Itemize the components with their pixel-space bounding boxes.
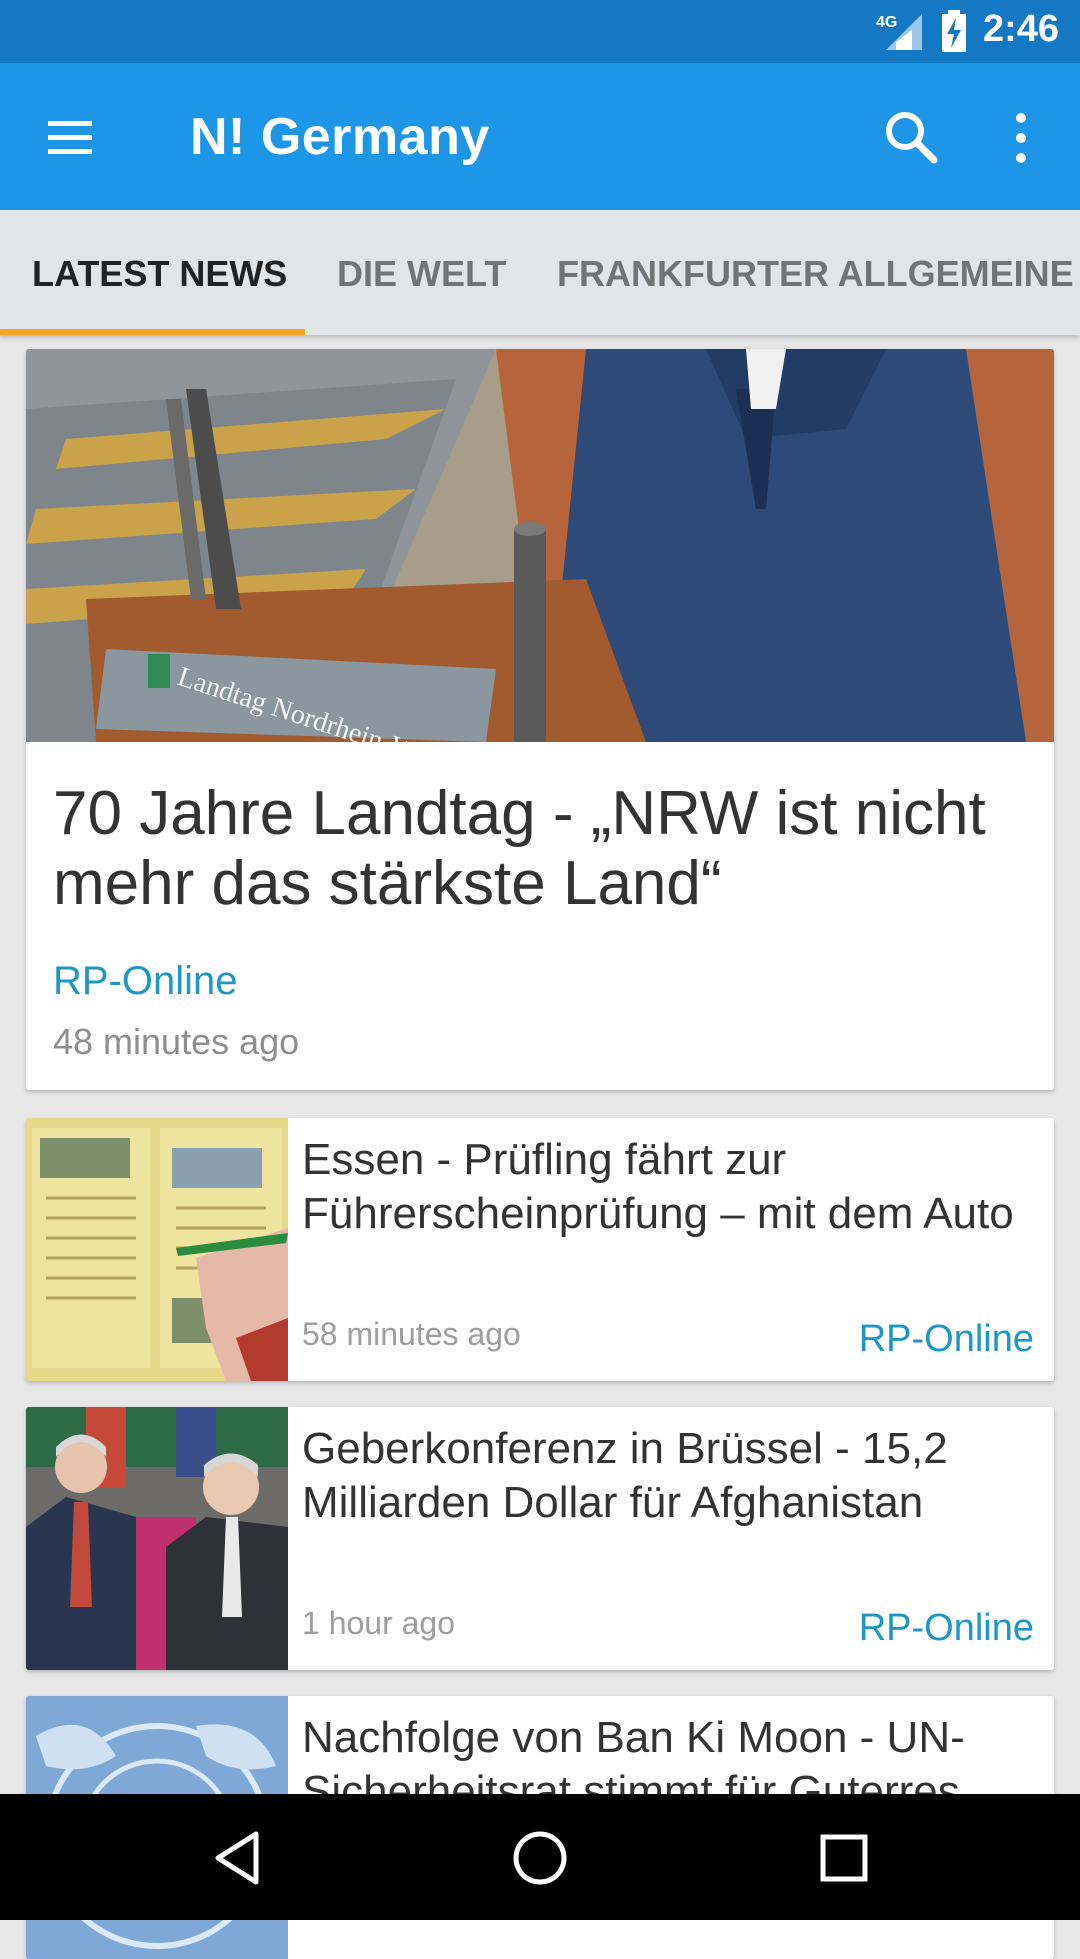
tab-latest-news[interactable]: LATEST NEWS: [32, 210, 287, 335]
article-card[interactable]: Geberkonferenz in Brüssel - 15,2 Milliar…: [26, 1407, 1054, 1670]
search-icon[interactable]: [882, 108, 940, 166]
hero-article-image: Landtag Nordrhein-Westf: [26, 349, 1054, 742]
more-vert-icon[interactable]: [1006, 110, 1036, 166]
tab-frankfurter-allgemeine[interactable]: FRANKFURTER ALLGEMEINE: [557, 210, 1074, 335]
home-icon[interactable]: [510, 1828, 570, 1888]
recents-icon[interactable]: [814, 1828, 874, 1888]
menu-icon[interactable]: [44, 111, 96, 163]
status-time: 2:46: [982, 8, 1059, 50]
article-thumbnail: [26, 1407, 288, 1670]
system-navigation-bar: [0, 1794, 1080, 1920]
hero-article-card[interactable]: Landtag Nordrhein-Westf 70 Jahre Landtag…: [26, 349, 1054, 1090]
article-thumbnail: [26, 1118, 288, 1381]
article-title[interactable]: Essen - Prüfling fährt zur Führerscheinp…: [302, 1133, 1042, 1241]
article-time: 1 hour ago: [302, 1605, 456, 1641]
hero-article-time: 48 minutes ago: [53, 1021, 300, 1062]
battery-charging-icon: [942, 10, 966, 52]
hero-article-title[interactable]: 70 Jahre Landtag - „NRW ist nicht mehr d…: [53, 779, 1033, 919]
back-icon[interactable]: [208, 1828, 268, 1888]
tab-die-welt[interactable]: DIE WELT: [337, 210, 506, 335]
article-time: 58 minutes ago: [302, 1316, 521, 1352]
status-bar: 4G 2:46: [0, 0, 1080, 63]
article-source[interactable]: RP-Online: [859, 1318, 1034, 1361]
app-bar: N! Germany: [0, 63, 1080, 210]
article-title[interactable]: Geberkonferenz in Brüssel - 15,2 Milliar…: [302, 1422, 1042, 1530]
hero-article-source[interactable]: RP-Online: [53, 959, 238, 1004]
signal-4g-icon: 4G: [876, 14, 922, 50]
article-card[interactable]: Essen - Prüfling fährt zur Führerscheinp…: [26, 1118, 1054, 1381]
tab-bar: LATEST NEWS DIE WELT FRANKFURTER ALLGEME…: [0, 210, 1080, 335]
app-title: N! Germany: [190, 108, 490, 166]
article-source[interactable]: RP-Online: [859, 1607, 1034, 1650]
tab-indicator: [0, 329, 305, 335]
svg-text:4G: 4G: [876, 14, 897, 31]
